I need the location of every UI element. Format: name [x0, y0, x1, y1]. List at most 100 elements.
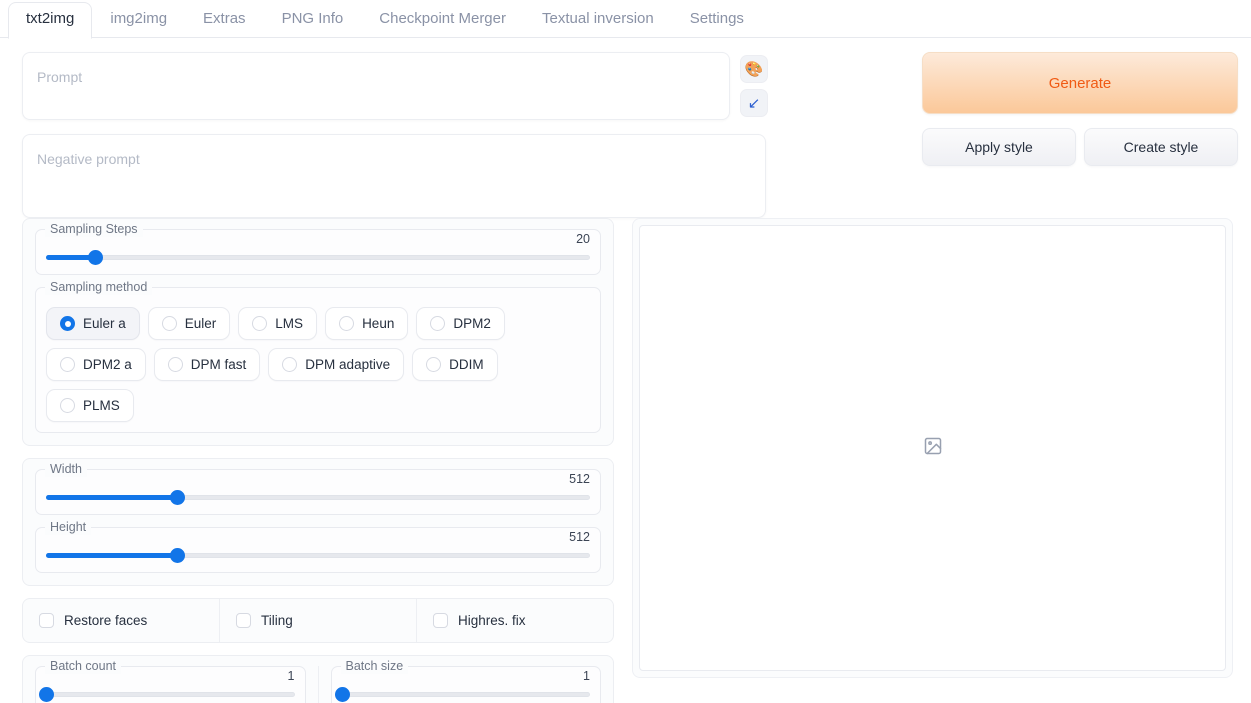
size-group: Width 512 Height 512: [22, 458, 614, 586]
sampling-steps-slider[interactable]: [46, 250, 590, 265]
batch-count-slider[interactable]: [39, 687, 295, 702]
sampling-option-euler-a[interactable]: Euler a: [46, 307, 140, 340]
batch-group: Batch count 1 Batch size 1: [22, 655, 614, 703]
option-label: Euler a: [83, 316, 126, 331]
checkbox-label: Highres. fix: [458, 613, 526, 628]
radio-icon: [60, 357, 75, 372]
prompt-area: 🎨 ↙ Generate Apply style Create style: [0, 38, 1251, 218]
slider-knob[interactable]: [39, 687, 54, 702]
result-gallery-panel: [632, 218, 1233, 678]
radio-icon: [339, 316, 355, 331]
height-value: 512: [569, 530, 590, 544]
palette-icon[interactable]: 🎨: [740, 55, 768, 83]
sampling-option-dpm-adaptive[interactable]: DPM adaptive: [268, 348, 405, 381]
tab-settings[interactable]: Settings: [672, 2, 762, 38]
radio-icon: [426, 357, 442, 372]
width-value: 512: [569, 472, 590, 486]
prompt-icon-column: 🎨 ↙: [740, 52, 768, 117]
batch-row: Batch count 1 Batch size 1: [35, 659, 601, 703]
sampling-method-options: Euler a Euler LMS Heun DPM2 DPM2 a DPM f…: [46, 307, 590, 422]
batch-count-field: Batch count 1: [35, 659, 306, 703]
sampling-option-heun[interactable]: Heun: [325, 307, 409, 340]
sampling-option-dpm2[interactable]: DPM2: [416, 307, 505, 340]
settings-column: Sampling Steps 20 Sampling method Euler …: [22, 218, 614, 703]
prompt-row: 🎨 ↙: [22, 52, 770, 120]
slider-knob[interactable]: [87, 250, 103, 265]
height-label: Height: [45, 520, 92, 535]
tab-png-info[interactable]: PNG Info: [264, 2, 362, 38]
sampling-steps-value: 20: [576, 232, 590, 246]
radio-icon: [60, 398, 75, 413]
style-button-row: Apply style Create style: [922, 128, 1238, 166]
checkbox-restore-faces[interactable]: Restore faces: [23, 599, 219, 642]
sampling-steps-field: Sampling Steps 20: [35, 222, 601, 275]
tab-extras[interactable]: Extras: [185, 2, 264, 38]
prompt-column: 🎨 ↙: [22, 52, 770, 218]
checkbox-highres-fix[interactable]: Highres. fix: [416, 599, 613, 642]
slider-knob[interactable]: [169, 490, 185, 505]
option-label: DPM fast: [190, 357, 247, 372]
negative-prompt-input[interactable]: [22, 134, 766, 218]
sampling-option-euler[interactable]: Euler: [147, 307, 231, 340]
batch-count-label: Batch count: [45, 659, 122, 674]
width-label: Width: [45, 462, 87, 477]
main-content: Sampling Steps 20 Sampling method Euler …: [0, 218, 1251, 703]
radio-icon: [252, 316, 268, 331]
batch-count-value: 1: [287, 669, 295, 683]
radio-icon: [167, 357, 183, 372]
tab-bar: txt2img img2img Extras PNG Info Checkpoi…: [0, 0, 1251, 39]
sampling-option-lms[interactable]: LMS: [238, 307, 318, 340]
width-field: Width 512: [35, 462, 601, 515]
option-label: DPM2: [453, 316, 491, 331]
arrow-down-left-icon[interactable]: ↙: [740, 89, 768, 117]
batch-size-label: Batch size: [340, 659, 409, 674]
batch-size-value: 1: [583, 669, 590, 683]
action-column: Generate Apply style Create style: [922, 52, 1238, 218]
checkbox-icon: [433, 613, 448, 628]
option-label: DPM adaptive: [305, 357, 391, 372]
sampling-method-label: Sampling method: [45, 280, 153, 295]
slider-knob[interactable]: [169, 548, 185, 563]
option-label: Heun: [362, 316, 395, 331]
batch-size-half: Batch size 1: [317, 659, 601, 703]
tab-txt2img[interactable]: txt2img: [8, 2, 93, 39]
batch-count-half: Batch count 1: [35, 659, 306, 703]
option-label: LMS: [275, 316, 304, 331]
slider-fill: [46, 495, 177, 500]
generate-button[interactable]: Generate: [922, 52, 1238, 114]
apply-style-button[interactable]: Apply style: [922, 128, 1076, 166]
sampling-option-dpm-fast[interactable]: DPM fast: [153, 348, 261, 381]
sampling-steps-label: Sampling Steps: [45, 222, 143, 237]
sampling-group: Sampling Steps 20 Sampling method Euler …: [22, 218, 614, 446]
batch-size-field: Batch size 1: [330, 659, 601, 703]
image-placeholder-icon: [923, 436, 943, 461]
option-label: DPM2 a: [83, 357, 132, 372]
option-label: DDIM: [449, 357, 484, 372]
tab-checkpoint-merger[interactable]: Checkpoint Merger: [361, 2, 524, 38]
radio-icon: [430, 316, 446, 331]
sampling-option-dpm2-a[interactable]: DPM2 a: [46, 348, 146, 381]
tab-img2img[interactable]: img2img: [92, 2, 185, 38]
slider-knob[interactable]: [334, 687, 350, 702]
arrow-glyph: ↙: [747, 94, 761, 112]
result-gallery[interactable]: [639, 225, 1226, 671]
option-label: PLMS: [83, 398, 120, 413]
checkbox-tiling[interactable]: Tiling: [219, 599, 416, 642]
sampling-method-field: Sampling method Euler a Euler LMS Heun D…: [35, 280, 601, 433]
batch-size-slider[interactable]: [334, 687, 590, 702]
checkbox-label: Restore faces: [64, 613, 148, 628]
option-label: Euler: [184, 316, 217, 331]
sampling-option-ddim[interactable]: DDIM: [412, 348, 498, 381]
slider-track: [46, 255, 590, 260]
slider-track: [46, 692, 295, 697]
preview-column: [632, 218, 1233, 703]
tab-textual-inversion[interactable]: Textual inversion: [524, 2, 672, 38]
slider-track: [341, 692, 590, 697]
sampling-option-plms[interactable]: PLMS: [46, 389, 134, 422]
radio-icon: [282, 357, 298, 372]
create-style-button[interactable]: Create style: [1084, 128, 1238, 166]
radio-icon: [60, 316, 75, 331]
width-slider[interactable]: [46, 490, 590, 505]
height-slider[interactable]: [46, 548, 590, 563]
prompt-input[interactable]: [22, 52, 730, 120]
